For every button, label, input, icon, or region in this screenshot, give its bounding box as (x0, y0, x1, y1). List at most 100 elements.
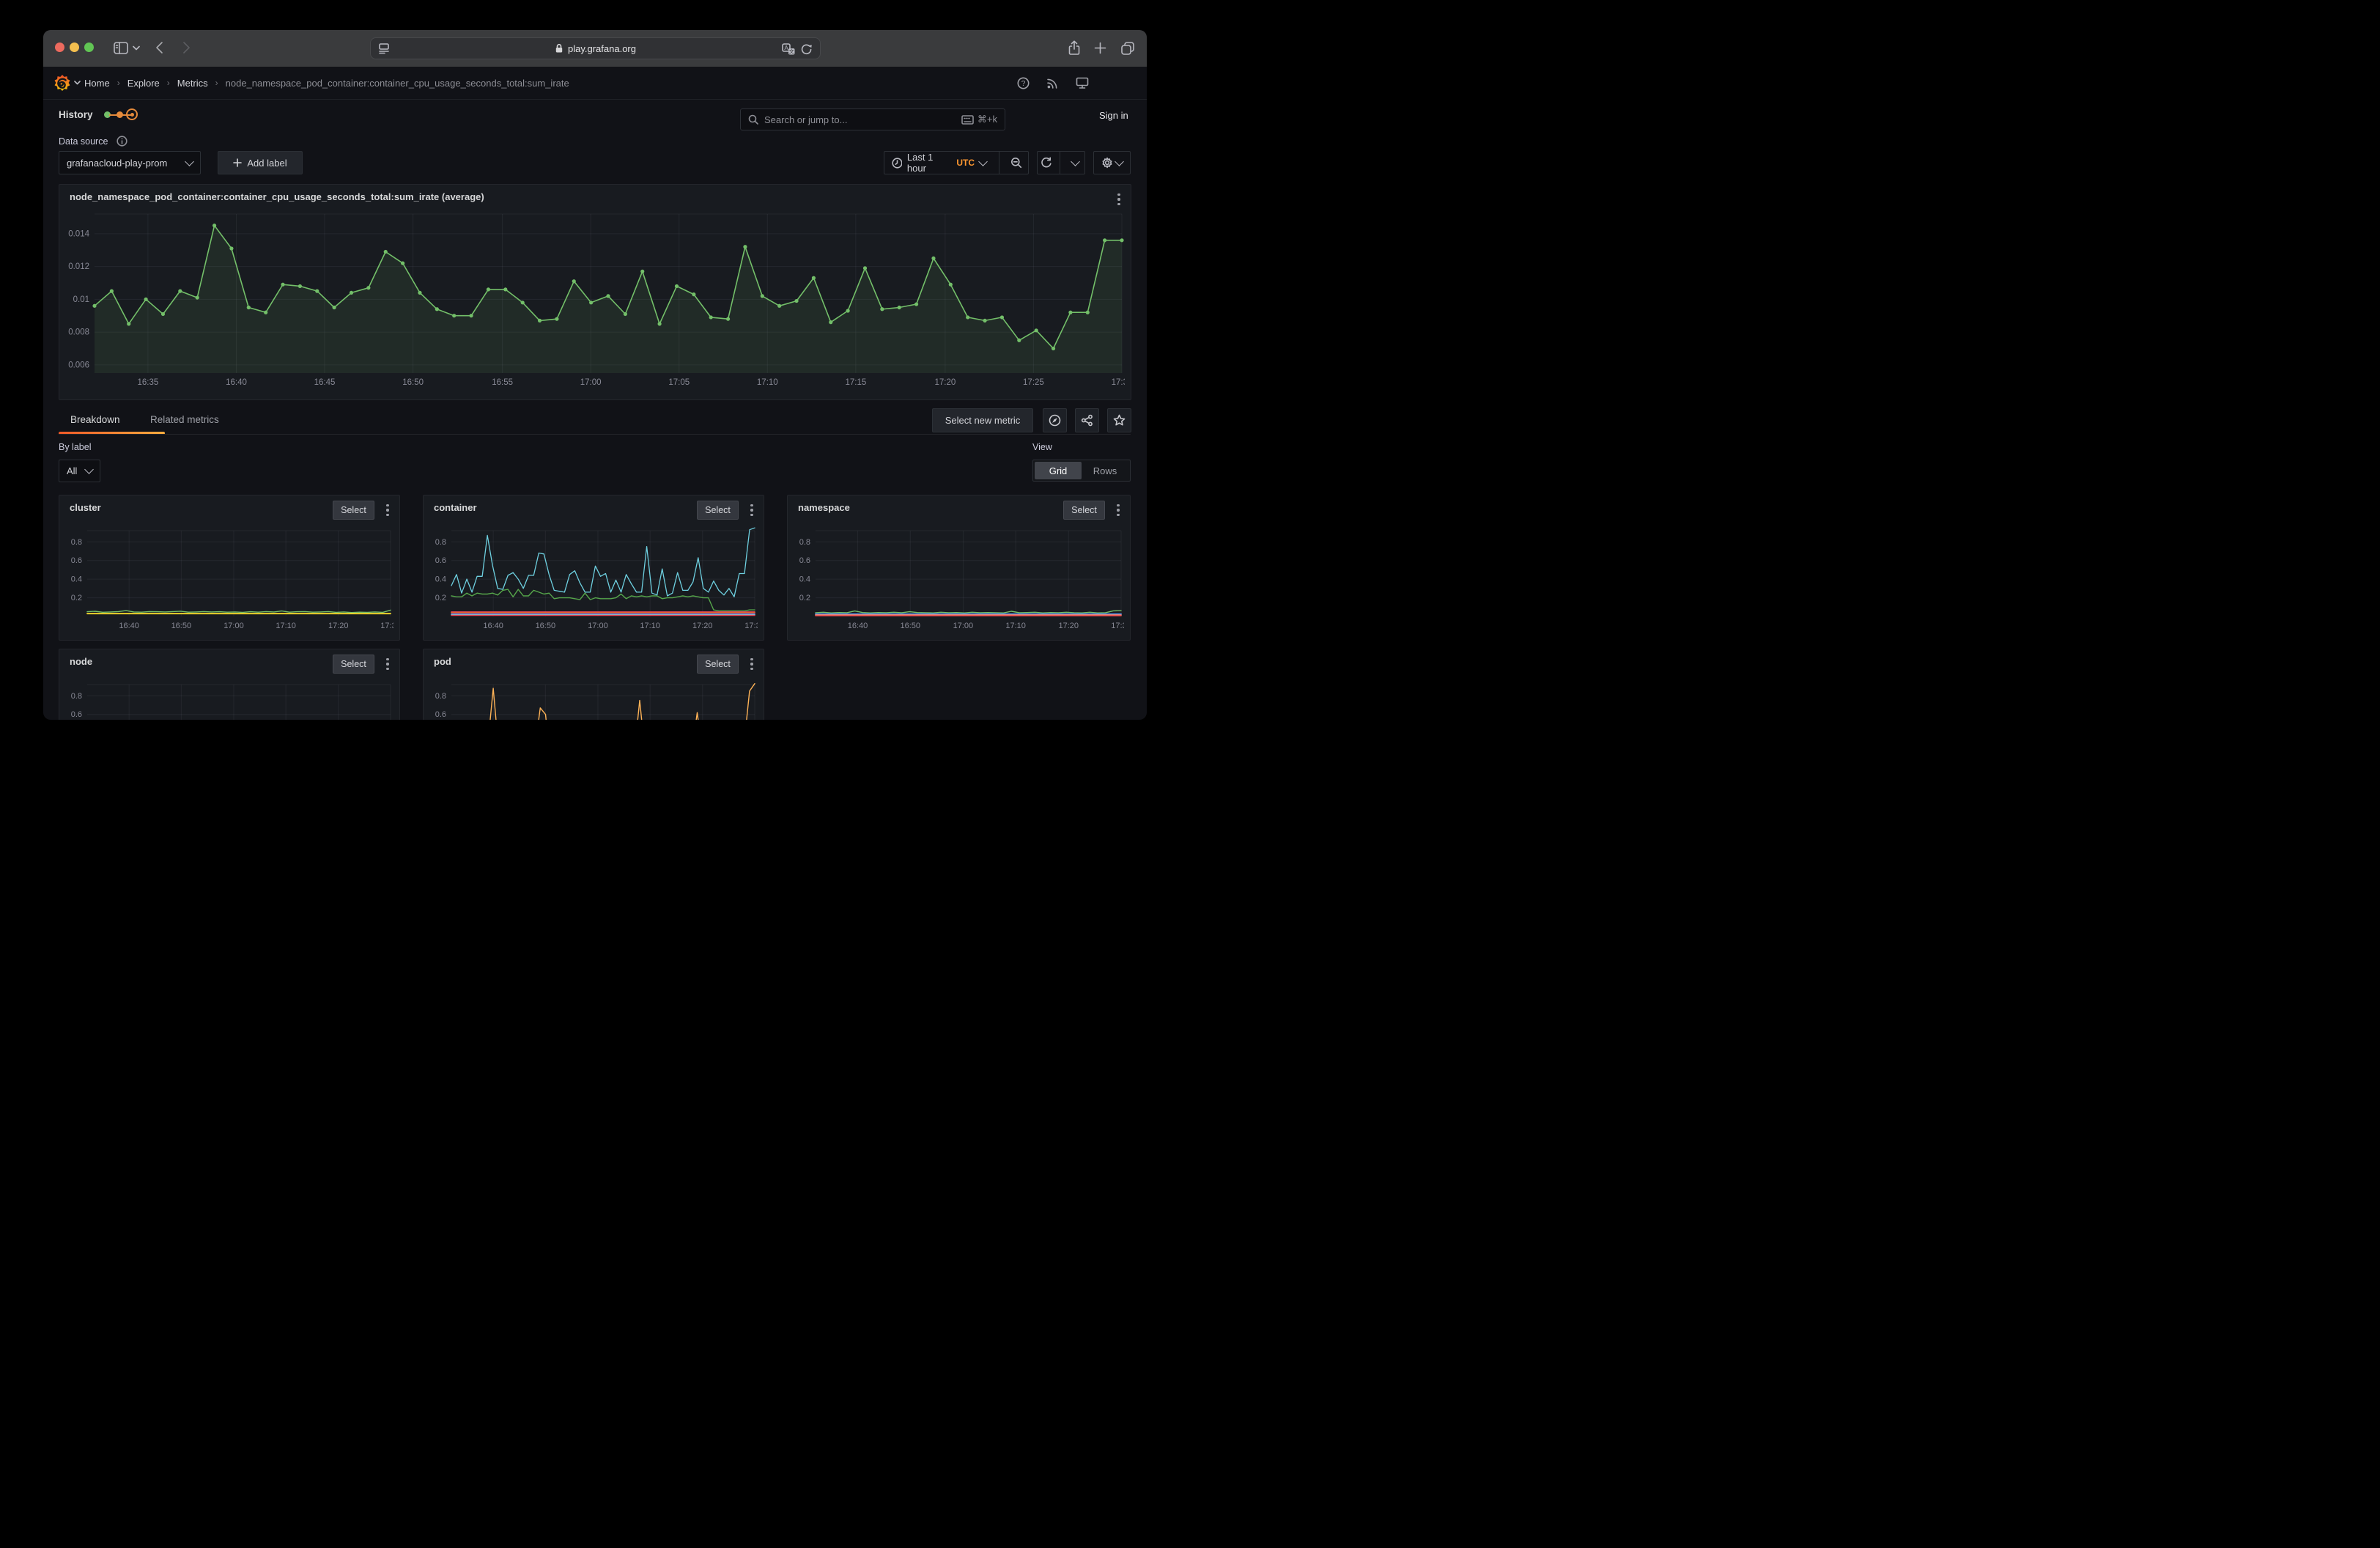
svg-text:17:20: 17:20 (692, 622, 713, 630)
tab-breakdown[interactable]: Breakdown (70, 414, 120, 425)
by-label-dropdown[interactable]: All (59, 460, 100, 482)
svg-text:17:30: 17:30 (1112, 378, 1125, 387)
close-window-button[interactable] (55, 43, 64, 52)
view-label: View (1032, 442, 1052, 452)
panel-node-select-button[interactable]: Select (333, 655, 374, 674)
info-icon[interactable] (117, 136, 128, 147)
svg-text:16:40: 16:40 (848, 622, 868, 630)
view-grid-option[interactable]: Grid (1035, 462, 1082, 479)
data-source-dropdown[interactable]: grafanacloud-play-prom (59, 151, 201, 174)
org-switcher-chevron-icon[interactable] (74, 81, 81, 85)
forward-button[interactable] (182, 41, 191, 54)
panel-cluster-menu-button[interactable] (383, 502, 392, 518)
by-label-label: By label (59, 442, 91, 452)
panel-cluster-select-button[interactable]: Select (333, 501, 374, 520)
svg-text:17:10: 17:10 (757, 378, 778, 387)
svg-text:16:40: 16:40 (119, 622, 139, 630)
share-icon[interactable] (1068, 40, 1081, 56)
star-icon (1113, 414, 1126, 427)
breadcrumb-separator: › (117, 78, 120, 88)
bookmark-button[interactable] (1107, 408, 1131, 432)
svg-text:16:45: 16:45 (314, 378, 336, 387)
zoom-window-button[interactable] (84, 43, 94, 52)
share-metric-button[interactable] (1075, 408, 1099, 432)
compass-icon (1049, 414, 1061, 427)
panel-container-menu-button[interactable] (747, 502, 756, 518)
url-bar[interactable]: play.grafana.org A 文 (370, 37, 821, 59)
tab-related-metrics[interactable]: Related metrics (150, 414, 219, 425)
share-graph-icon (1081, 414, 1093, 427)
namespace-chart[interactable]: 0.20.40.60.816:4016:5017:0017:1017:2017:… (794, 519, 1124, 635)
refresh-icon (1041, 157, 1052, 169)
cluster-chart[interactable]: 0.20.40.60.816:4016:5017:0017:1017:2017:… (65, 519, 393, 635)
display-icon[interactable] (1076, 77, 1089, 89)
lock-icon (555, 43, 563, 54)
svg-text:16:50: 16:50 (536, 622, 556, 630)
keyboard-icon (961, 115, 974, 125)
tab-overview-icon[interactable] (1120, 41, 1135, 56)
time-range-text: Last 1 hour (907, 152, 951, 174)
plus-icon (233, 158, 242, 167)
minimize-window-button[interactable] (70, 43, 79, 52)
history-label: History (59, 109, 93, 120)
svg-text:0.01: 0.01 (73, 295, 89, 304)
panel-pod-select-button[interactable]: Select (697, 655, 739, 674)
svg-text:0.8: 0.8 (71, 538, 82, 547)
clock-icon (892, 158, 902, 169)
select-new-metric-button[interactable]: Select new metric (932, 408, 1033, 432)
svg-text:0.2: 0.2 (435, 594, 446, 602)
svg-text:0.006: 0.006 (68, 361, 89, 369)
svg-text:17:00: 17:00 (953, 622, 974, 630)
panel-container-select-button[interactable]: Select (697, 501, 739, 520)
panel-node-menu-button[interactable] (383, 656, 392, 672)
url-text: play.grafana.org (568, 43, 636, 54)
svg-text:17:15: 17:15 (845, 378, 866, 387)
back-button[interactable] (155, 41, 163, 54)
sidebar-chevron-icon[interactable] (133, 45, 140, 51)
node-chart[interactable]: 0.20.40.60.816:4016:5017:0017:1017:2017:… (65, 673, 393, 720)
gear-icon (1101, 157, 1112, 169)
breadcrumb-explore[interactable]: Explore (128, 78, 160, 89)
zoom-out-button[interactable] (1005, 152, 1028, 174)
news-rss-icon[interactable] (1046, 77, 1059, 89)
svg-text:0.6: 0.6 (799, 556, 810, 565)
grafana-top-nav: Home › Explore › Metrics › node_namespac… (43, 67, 1147, 100)
pod-chart[interactable]: 0.20.40.60.816:4016:5017:0017:1017:2017:… (429, 673, 758, 720)
panel-pod-menu-button[interactable] (747, 656, 756, 672)
main-metric-chart[interactable]: 0.0060.0080.010.0120.01416:3516:4016:451… (65, 207, 1125, 394)
svg-text:17:20: 17:20 (328, 622, 349, 630)
panel-cluster: cluster Select 0.20.40.60.816:4016:5017:… (59, 495, 400, 641)
view-rows-option[interactable]: Rows (1082, 462, 1128, 479)
refresh-button[interactable] (1038, 152, 1054, 174)
history-node-mid[interactable] (117, 111, 123, 118)
reload-icon[interactable] (801, 43, 813, 55)
translate-icon[interactable]: A 文 (782, 43, 795, 55)
timezone-badge[interactable]: UTC (956, 158, 975, 168)
svg-text:0.4: 0.4 (71, 575, 82, 584)
refresh-interval-dropdown[interactable] (1065, 152, 1084, 174)
grafana-logo[interactable] (53, 74, 71, 92)
new-tab-icon[interactable] (1094, 42, 1106, 54)
svg-text:17:30: 17:30 (380, 622, 393, 630)
screenshot-stage: play.grafana.org A 文 (0, 0, 1190, 774)
svg-text:0.8: 0.8 (799, 538, 810, 547)
add-label-button[interactable]: Add label (218, 151, 303, 174)
search-icon (748, 114, 758, 125)
svg-text:17:30: 17:30 (744, 622, 758, 630)
breadcrumb-home[interactable]: Home (84, 78, 110, 89)
sign-in-button[interactable]: Sign in (1099, 110, 1128, 121)
breadcrumb-metrics[interactable]: Metrics (177, 78, 208, 89)
panel-namespace-select-button[interactable]: Select (1063, 501, 1105, 520)
svg-text:0.6: 0.6 (435, 556, 446, 565)
settings-button[interactable] (1093, 151, 1131, 174)
explore-button[interactable] (1043, 408, 1067, 432)
sidebar-toggle-icon[interactable] (114, 42, 128, 54)
view-toggle: Grid Rows (1032, 460, 1131, 482)
container-chart[interactable]: 0.20.40.60.816:4016:5017:0017:1017:2017:… (429, 519, 758, 635)
main-panel-menu-button[interactable] (1115, 191, 1123, 207)
help-icon[interactable]: ? (1017, 77, 1030, 89)
svg-text:16:35: 16:35 (138, 378, 159, 387)
search-input[interactable]: Search or jump to... ⌘+k (740, 108, 1005, 130)
time-range-picker[interactable]: Last 1 hour UTC (884, 152, 994, 174)
panel-namespace-menu-button[interactable] (1114, 502, 1123, 518)
